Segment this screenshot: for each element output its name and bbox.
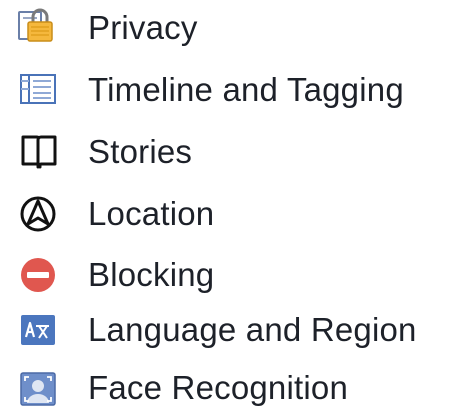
book-icon <box>14 128 62 176</box>
menu-item-privacy[interactable]: Privacy <box>0 2 469 54</box>
menu-item-label: Privacy <box>88 9 198 46</box>
menu-item-label: Location <box>88 195 215 232</box>
menu-item-blocking[interactable]: Blocking <box>0 249 469 301</box>
menu-item-label: Face Recognition <box>88 369 349 406</box>
menu-item-label: Blocking <box>88 256 215 293</box>
language-icon <box>14 306 62 354</box>
lock-icon <box>14 4 62 52</box>
menu-item-face-recognition[interactable]: Face Recognition <box>0 362 469 414</box>
menu-item-label: Stories <box>88 133 193 170</box>
settings-menu: Privacy Timeline and Tagging Stories Loc… <box>0 0 469 415</box>
menu-item-language-and-region[interactable]: Language and Region <box>0 304 469 356</box>
menu-item-label: Language and Region <box>88 311 417 348</box>
menu-item-label: Timeline and Tagging <box>88 71 404 108</box>
face-recognition-icon <box>14 364 62 412</box>
menu-item-timeline-and-tagging[interactable]: Timeline and Tagging <box>0 64 469 116</box>
blocking-icon <box>14 251 62 299</box>
location-icon <box>14 190 62 238</box>
timeline-icon <box>14 66 62 114</box>
menu-item-location[interactable]: Location <box>0 188 469 240</box>
menu-item-stories[interactable]: Stories <box>0 126 469 178</box>
